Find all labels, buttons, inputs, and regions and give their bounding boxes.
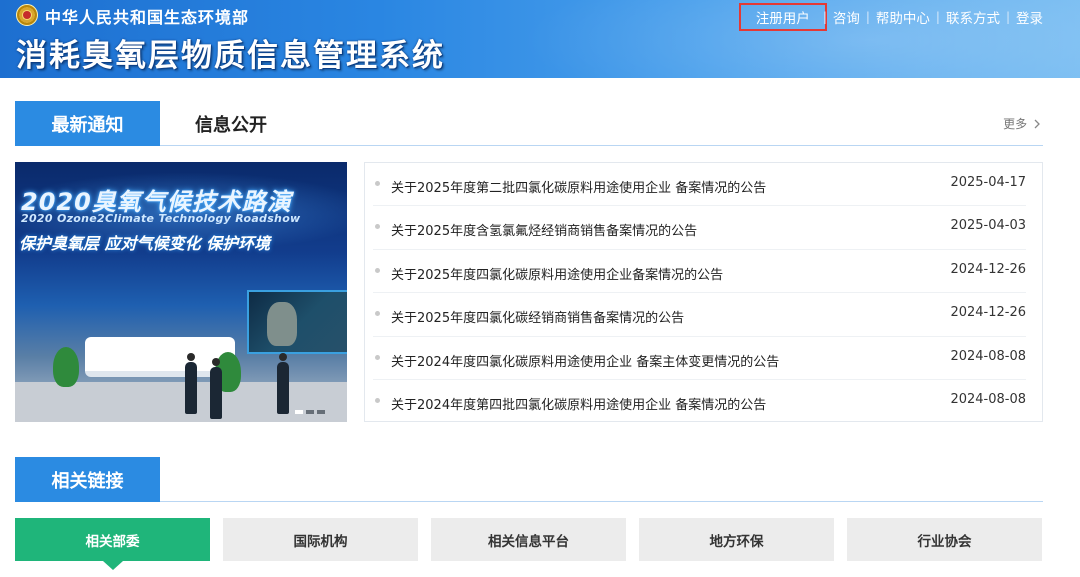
list-item[interactable]: 关于2024年度第四批四氯化碳原料用途使用企业 备案情况的公告 2024-08-…	[373, 380, 1026, 423]
carousel-dot[interactable]	[295, 410, 303, 414]
bullet-icon	[375, 354, 380, 360]
national-emblem-icon	[16, 4, 38, 26]
banner-subheadline: 2020 Ozone2Climate Technology Roadshow	[21, 212, 301, 225]
link-tab-local-environment[interactable]: 地方环保	[639, 518, 834, 561]
list-item[interactable]: 关于2025年度第二批四氯化碳原料用途使用企业 备案情况的公告 2025-04-…	[373, 163, 1026, 207]
link-tab-info-platforms[interactable]: 相关信息平台	[431, 518, 626, 561]
more-label: 更多	[1003, 117, 1028, 131]
list-item[interactable]: 关于2025年度含氢氯氟烃经销商销售备案情况的公告 2025-04-03	[373, 206, 1026, 250]
list-item[interactable]: 关于2024年度四氯化碳原料用途使用企业 备案主体变更情况的公告 2024-08…	[373, 337, 1026, 380]
news-tabbar: 最新通知 信息公开 更多	[15, 101, 1043, 146]
news-title[interactable]: 关于2025年度第二批四氯化碳原料用途使用企业 备案情况的公告	[391, 177, 766, 196]
carousel-dot[interactable]	[317, 410, 325, 414]
bullet-icon	[375, 224, 380, 230]
banner-display-screen	[247, 290, 347, 354]
bullet-icon	[375, 181, 380, 186]
news-title[interactable]: 关于2025年度四氯化碳经销商销售备案情况的公告	[391, 307, 684, 326]
news-title[interactable]: 关于2024年度第四批四氯化碳原料用途使用企业 备案情况的公告	[391, 394, 766, 413]
roadshow-banner[interactable]: 2020臭氧气候技术路演 2020 Ozone2Climate Technolo…	[15, 162, 347, 422]
links-section-title: 相关链接	[15, 457, 160, 502]
bullet-icon	[375, 397, 380, 403]
link-tab-international-orgs[interactable]: 国际机构	[223, 518, 418, 561]
banner-person	[210, 358, 222, 419]
news-date: 2025-04-17	[950, 175, 1026, 190]
news-title[interactable]: 关于2024年度四氯化碳原料用途使用企业 备案主体变更情况的公告	[391, 351, 779, 370]
news-date: 2024-12-26	[950, 305, 1026, 321]
top-navigation: 注册用户 | 咨询 | 帮助中心 | 联系方式 | 登录	[738, 3, 1043, 31]
news-title[interactable]: 关于2025年度含氢氯氟烃经销商销售备案情况的公告	[391, 220, 697, 239]
news-section: 最新通知 信息公开 更多	[15, 101, 1043, 146]
tab-latest-notice[interactable]: 最新通知	[15, 101, 160, 146]
news-date: 2024-12-26	[950, 261, 1026, 277]
links-section: 相关链接	[15, 457, 1043, 502]
ministry-name: 中华人民共和国生态环境部	[45, 8, 250, 27]
link-category-buttons: 相关部委 国际机构 相关信息平台 地方环保 行业协会	[15, 518, 1043, 570]
link-tab-related-ministries[interactable]: 相关部委	[15, 518, 210, 570]
consult-link[interactable]: 咨询	[827, 7, 866, 27]
tab-info-disclosure[interactable]: 信息公开	[195, 101, 267, 146]
site-header: 中华人民共和国生态环境部 消耗臭氧层物质信息管理系统 注册用户 | 咨询 | 帮…	[0, 0, 1080, 78]
list-item[interactable]: 关于2025年度四氯化碳经销商销售备案情况的公告 2024-12-26	[373, 293, 1026, 337]
chevron-right-icon	[1031, 117, 1041, 131]
more-link[interactable]: 更多	[1003, 115, 1041, 132]
banner-person	[185, 353, 197, 414]
register-user-link[interactable]: 注册用户	[738, 3, 827, 31]
links-tabbar: 相关链接	[15, 457, 1043, 502]
carousel-indicators	[295, 410, 325, 414]
carousel-dot[interactable]	[306, 410, 314, 414]
banner-slogan: 保护臭氧层 应对气候变化 保护环境	[19, 234, 271, 253]
bullet-icon	[375, 311, 380, 317]
news-date: 2025-04-03	[950, 218, 1026, 234]
list-item[interactable]: 关于2025年度四氯化碳原料用途使用企业备案情况的公告 2024-12-26	[373, 250, 1026, 294]
banner-floor	[15, 382, 347, 422]
bullet-icon	[375, 267, 380, 273]
banner-person	[277, 353, 289, 414]
system-title: 消耗臭氧层物质信息管理系统	[16, 38, 445, 74]
banner-plant	[53, 347, 79, 387]
news-date: 2024-08-08	[950, 348, 1026, 364]
news-title[interactable]: 关于2025年度四氯化碳原料用途使用企业备案情况的公告	[391, 264, 723, 283]
login-link[interactable]: 登录	[1010, 7, 1043, 27]
link-tab-industry-associations[interactable]: 行业协会	[847, 518, 1042, 561]
contact-link[interactable]: 联系方式	[940, 7, 1006, 27]
help-center-link[interactable]: 帮助中心	[870, 7, 936, 27]
news-list: 关于2025年度第二批四氯化碳原料用途使用企业 备案情况的公告 2025-04-…	[364, 162, 1043, 422]
news-date: 2024-08-08	[950, 391, 1026, 407]
